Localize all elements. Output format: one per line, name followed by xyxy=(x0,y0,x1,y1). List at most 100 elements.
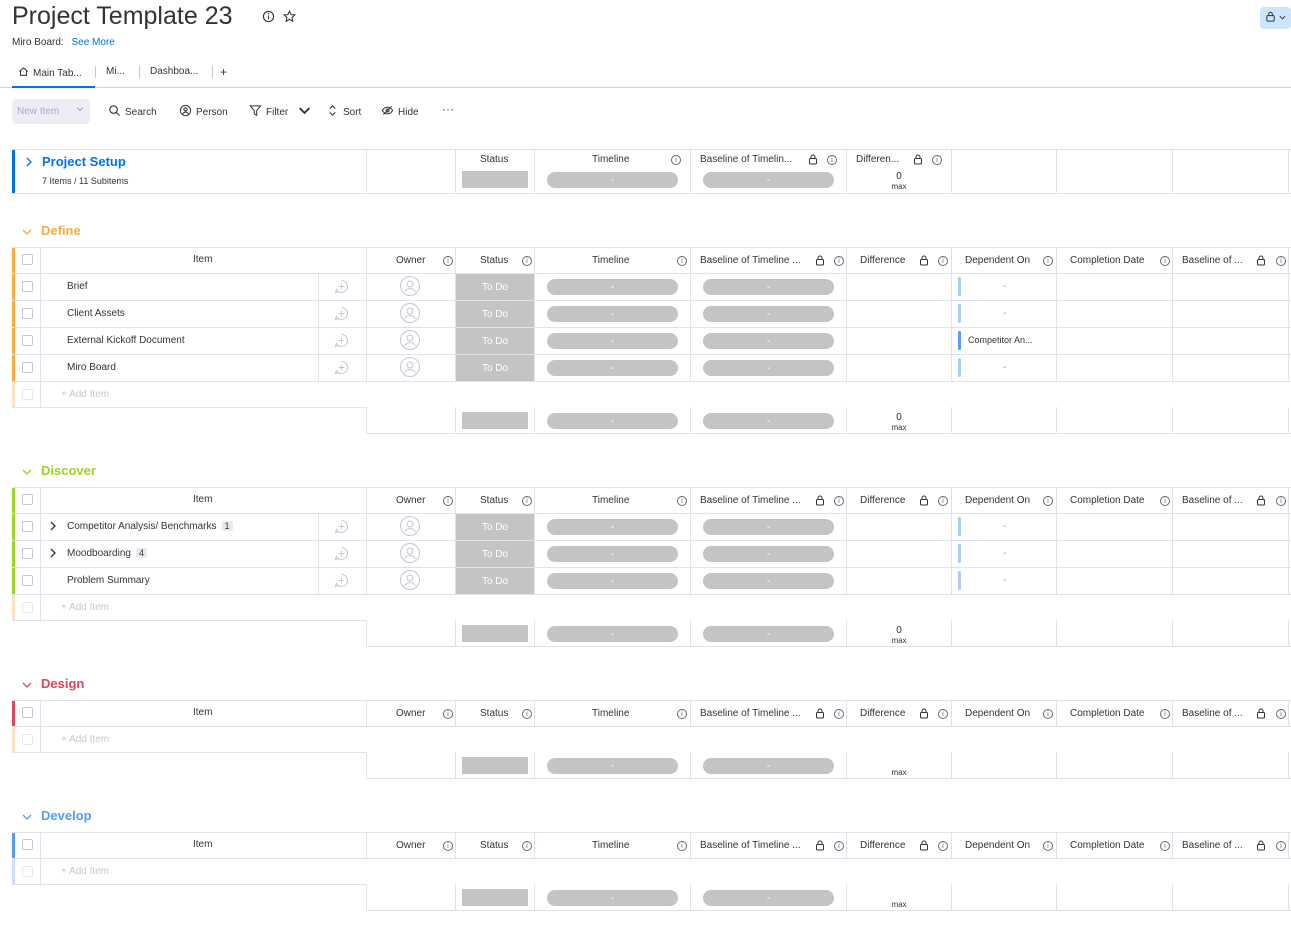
status-label[interactable]: To Do xyxy=(456,568,534,594)
info-icon[interactable]: i xyxy=(938,496,948,506)
dependent-on-value[interactable]: Competitor An... xyxy=(968,335,1033,345)
timeline-value[interactable]: - xyxy=(547,519,678,535)
info-icon[interactable]: i xyxy=(1043,841,1053,851)
more-actions-button[interactable]: ··· xyxy=(442,102,454,116)
info-icon[interactable]: i xyxy=(938,256,948,266)
group-title[interactable]: Develop xyxy=(41,808,92,823)
item-name[interactable]: Miro Board xyxy=(67,362,116,373)
board-permissions-button[interactable] xyxy=(1260,7,1291,29)
status-label[interactable]: To Do xyxy=(456,274,534,300)
info-icon[interactable]: i xyxy=(938,709,948,719)
group-title[interactable]: Discover xyxy=(41,463,96,478)
baseline-value[interactable]: - xyxy=(703,360,834,376)
baseline-value[interactable]: - xyxy=(703,306,834,322)
row-checkbox[interactable] xyxy=(22,308,33,319)
timeline-value[interactable]: - xyxy=(547,573,678,589)
timeline-value[interactable]: - xyxy=(547,279,678,295)
owner-avatar-icon[interactable] xyxy=(400,570,420,590)
subitem-count-badge[interactable]: 4 xyxy=(135,548,147,558)
chevron-down-icon[interactable] xyxy=(298,104,311,120)
add-item-input[interactable]: + Add Item xyxy=(61,734,109,745)
item-name[interactable]: Brief xyxy=(67,281,88,292)
owner-avatar-icon[interactable] xyxy=(400,330,420,350)
info-icon[interactable]: i xyxy=(932,155,942,165)
select-all-checkbox[interactable] xyxy=(22,494,33,505)
info-icon[interactable]: i xyxy=(671,155,681,165)
baseline-value[interactable]: - xyxy=(703,573,834,589)
status-label[interactable]: To Do xyxy=(456,514,534,540)
dependent-on-value[interactable]: - xyxy=(1003,575,1006,586)
info-icon[interactable]: i xyxy=(522,709,532,719)
dependent-on-value[interactable]: - xyxy=(1003,521,1006,532)
info-icon[interactable]: i xyxy=(834,256,844,266)
collapse-group-chevron-icon[interactable] xyxy=(22,467,32,480)
baseline-value[interactable]: - xyxy=(703,279,834,295)
star-icon[interactable] xyxy=(282,9,297,26)
sort-button[interactable]: Sort xyxy=(326,104,361,120)
status-label[interactable]: To Do xyxy=(456,541,534,567)
dependent-on-value[interactable]: - xyxy=(1003,281,1006,292)
info-icon[interactable]: i xyxy=(1276,709,1286,719)
collapse-group-chevron-icon[interactable] xyxy=(22,680,32,693)
owner-avatar-icon[interactable] xyxy=(400,357,420,377)
add-item-input[interactable]: + Add Item xyxy=(61,389,109,400)
row-checkbox[interactable] xyxy=(22,281,33,292)
info-icon[interactable]: i xyxy=(1160,256,1170,266)
status-label[interactable]: To Do xyxy=(456,328,534,354)
info-icon[interactable]: i xyxy=(827,155,837,165)
info-icon[interactable]: i xyxy=(1043,256,1053,266)
info-icon[interactable]: i xyxy=(1043,496,1053,506)
item-name[interactable]: Competitor Analysis/ Benchmarks 1 xyxy=(67,521,233,532)
add-update-icon[interactable] xyxy=(334,546,348,561)
hide-button[interactable]: Hide xyxy=(381,104,419,120)
owner-avatar-icon[interactable] xyxy=(400,303,420,323)
dependent-on-value[interactable]: - xyxy=(1003,308,1006,319)
info-icon[interactable]: i xyxy=(834,841,844,851)
info-icon[interactable]: i xyxy=(1160,496,1170,506)
info-icon[interactable]: i xyxy=(677,256,687,266)
add-update-icon[interactable] xyxy=(334,360,348,375)
add-update-icon[interactable] xyxy=(334,333,348,348)
info-icon[interactable]: i xyxy=(443,709,453,719)
group-title[interactable]: Define xyxy=(41,223,81,238)
add-view-button[interactable]: + xyxy=(220,65,227,79)
timeline-value[interactable]: - xyxy=(547,333,678,349)
row-checkbox[interactable] xyxy=(22,575,33,586)
row-checkbox[interactable] xyxy=(22,335,33,346)
tab-main-table[interactable]: Main Tab... xyxy=(18,66,82,80)
expand-subitems-chevron-icon[interactable] xyxy=(48,521,58,534)
row-checkbox[interactable] xyxy=(22,548,33,559)
baseline-value[interactable]: - xyxy=(703,333,834,349)
owner-avatar-icon[interactable] xyxy=(400,543,420,563)
see-more-link[interactable]: See More xyxy=(71,37,114,48)
info-icon[interactable]: i xyxy=(677,496,687,506)
group-title[interactable]: Project Setup xyxy=(42,154,126,169)
info-icon[interactable]: i xyxy=(677,841,687,851)
collapse-group-chevron-icon[interactable] xyxy=(22,812,32,825)
row-checkbox[interactable] xyxy=(22,521,33,532)
row-checkbox[interactable] xyxy=(22,362,33,373)
item-name[interactable]: Moodboarding 4 xyxy=(67,548,147,559)
info-icon[interactable]: i xyxy=(443,841,453,851)
info-icon[interactable] xyxy=(262,10,275,26)
expand-subitems-chevron-icon[interactable] xyxy=(48,548,58,561)
info-icon[interactable]: i xyxy=(443,496,453,506)
info-icon[interactable]: i xyxy=(522,496,532,506)
info-icon[interactable]: i xyxy=(1276,496,1286,506)
info-icon[interactable]: i xyxy=(938,841,948,851)
group-title[interactable]: Design xyxy=(41,676,84,691)
status-label[interactable]: To Do xyxy=(456,355,534,381)
add-update-icon[interactable] xyxy=(334,519,348,534)
info-icon[interactable]: i xyxy=(522,256,532,266)
info-icon[interactable]: i xyxy=(834,496,844,506)
info-icon[interactable]: i xyxy=(522,841,532,851)
filter-button[interactable]: Filter xyxy=(249,104,311,120)
owner-avatar-icon[interactable] xyxy=(400,276,420,296)
info-icon[interactable]: i xyxy=(1276,841,1286,851)
expand-group-chevron-icon[interactable] xyxy=(24,157,34,170)
info-icon[interactable]: i xyxy=(1276,256,1286,266)
select-all-checkbox[interactable] xyxy=(22,707,33,718)
tab-dashboard[interactable]: Dashboa... xyxy=(150,66,198,77)
status-label[interactable]: To Do xyxy=(456,301,534,327)
new-item-button[interactable]: New Item xyxy=(12,99,90,124)
